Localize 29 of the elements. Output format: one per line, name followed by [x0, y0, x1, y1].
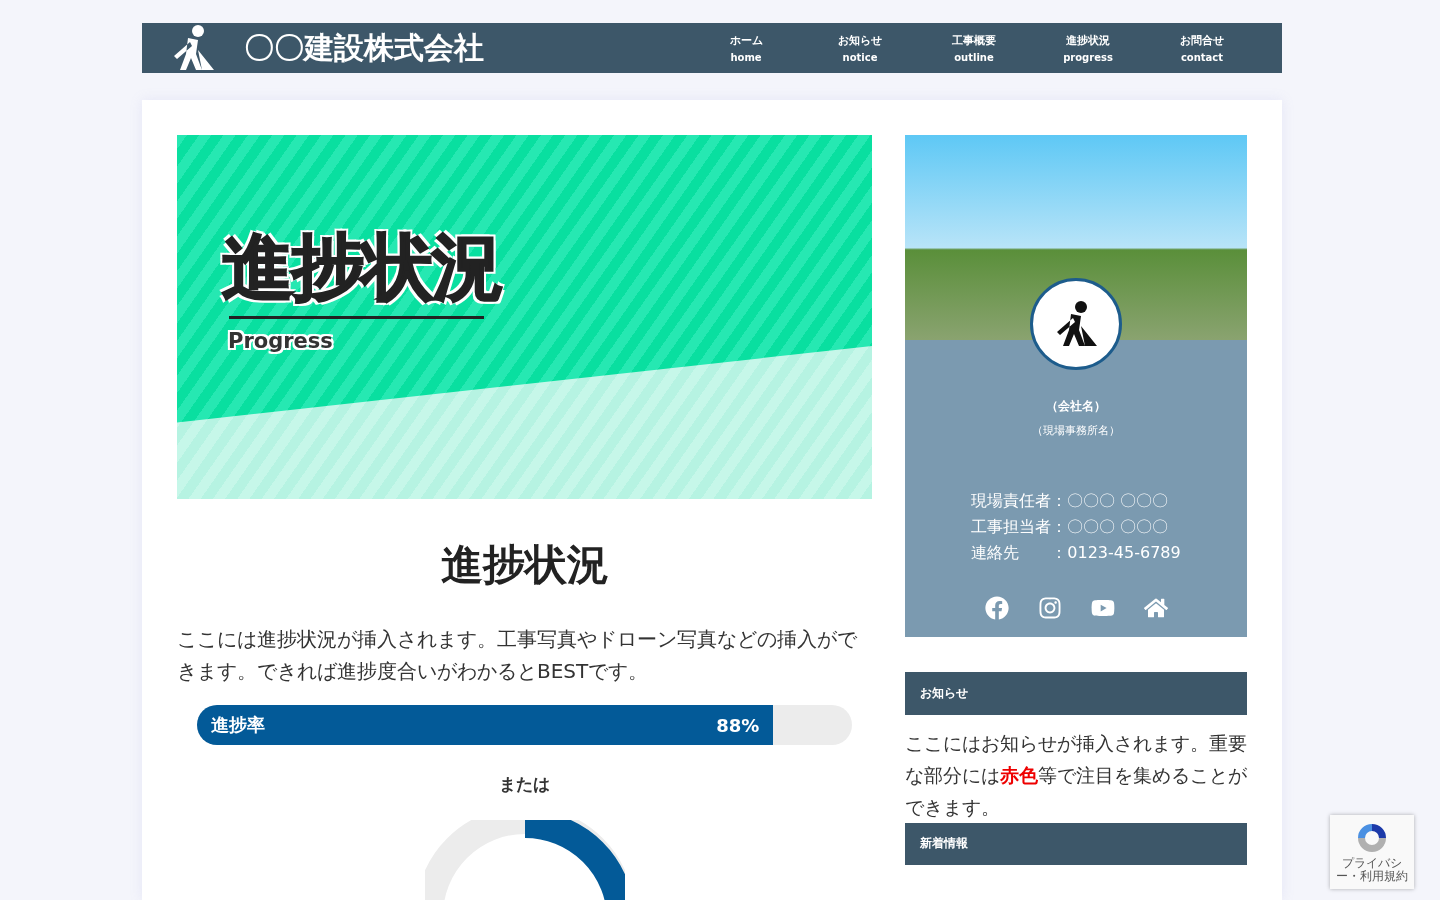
- site-title: 〇〇建設株式会社: [244, 28, 485, 67]
- separator-text: または: [499, 773, 550, 796]
- home-icon[interactable]: [1143, 596, 1168, 620]
- recaptcha-links[interactable]: プライバシー・利用規約: [1332, 857, 1412, 883]
- hero-title: 進捗状況: [222, 224, 502, 311]
- company-name: （会社名）: [1046, 398, 1106, 415]
- progress-label: 進捗率: [211, 713, 265, 737]
- body-text: ここには進捗状況が挿入されます。工事写真やドローン写真などの挿入ができます。できれば進捗度合いがわかるとBESTです。: [177, 626, 858, 685]
- nav-link[interactable]: 工事概要 outline: [917, 33, 1031, 63]
- section-header: 新着情報: [905, 822, 1247, 865]
- nav-link[interactable]: ホーム home: [689, 33, 803, 63]
- contact-value: ：0123-45-6789: [1051, 542, 1181, 564]
- nav-link[interactable]: お知らせ notice: [803, 33, 917, 63]
- section-header: お知らせ: [905, 672, 1247, 715]
- nav-link[interactable]: お問合せ contact: [1145, 33, 1259, 63]
- instagram-icon[interactable]: [1037, 596, 1062, 620]
- page-heading: 進捗状況: [440, 539, 609, 591]
- notice-text: ここにはお知らせが挿入されます。重要な部分には赤色等で注目を集めることができます。: [905, 730, 1247, 820]
- contact-value: ：〇〇〇 〇〇〇: [1051, 490, 1170, 512]
- progress-reading: 88%: [716, 714, 760, 736]
- contact-value: ：〇〇〇 〇〇〇: [1051, 516, 1170, 538]
- contact-label: 連絡先: [971, 542, 1021, 564]
- nav-link[interactable]: 進捗状況 progress: [1031, 33, 1145, 63]
- contact-label: 現場責任者: [971, 490, 1052, 512]
- office-name: （現場事務所名）: [1032, 423, 1120, 438]
- contact-label: 工事担当者: [971, 516, 1052, 538]
- facebook-icon[interactable]: [984, 596, 1009, 620]
- hero-subtitle: Progress: [228, 329, 333, 353]
- recaptcha-icon: [1355, 821, 1389, 855]
